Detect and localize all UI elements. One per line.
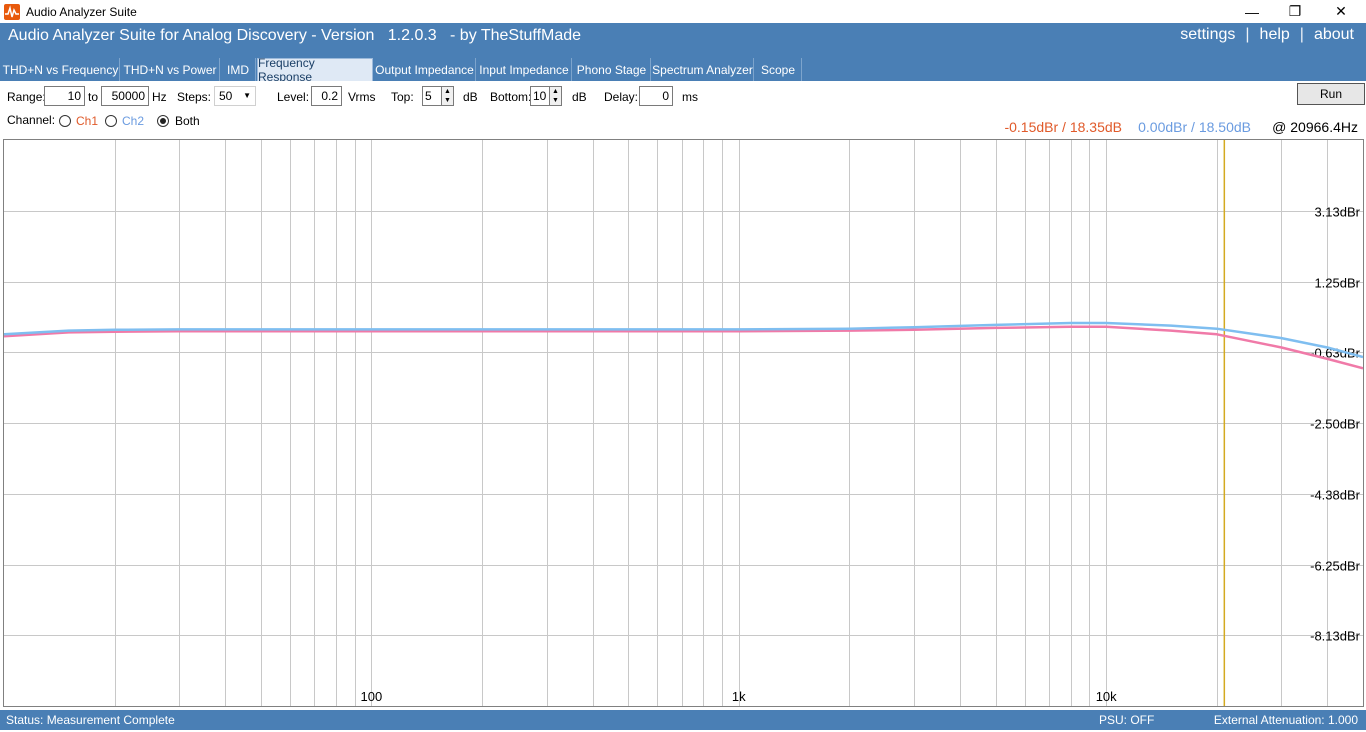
series-line-ch1 <box>3 325 1364 370</box>
steps-label: Steps: <box>177 90 212 104</box>
maximize-button[interactable]: ❐ <box>1272 0 1318 23</box>
range-from-input[interactable]: 10 <box>44 86 85 106</box>
close-button[interactable]: ✕ <box>1318 0 1364 23</box>
steps-value: 50 <box>219 89 233 103</box>
bottom-input[interactable]: 10 <box>530 86 550 106</box>
frequency-response-plot[interactable]: 3.13dBr 1.25dBr -0.63dBr -2.50dBr -4.38dBr -6… <box>3 139 1364 707</box>
y-tick-label: -0.63dBr <box>1310 346 1361 361</box>
app-header: Audio Analyzer Suite for Analog Discover… <box>0 23 1366 57</box>
level-label: Level: <box>277 90 310 104</box>
tab-output-impedance[interactable]: Output Impedance <box>374 58 476 81</box>
hz-label: Hz <box>152 90 167 104</box>
bottom-stepper[interactable]: ▲ ▼ <box>550 86 562 106</box>
about-link[interactable]: about <box>1314 26 1354 44</box>
controls-panel: Range: 10 to 50000 Hz Steps: 50 ▼ Level:… <box>0 81 1366 139</box>
minimize-button[interactable]: — <box>1229 0 1275 23</box>
spin-down-icon[interactable]: ▼ <box>552 97 559 104</box>
vrms-label: Vrms <box>348 90 376 104</box>
title-bar: Audio Analyzer Suite — ❐ ✕ <box>0 0 1366 23</box>
to-label: to <box>88 90 99 104</box>
both-label[interactable]: Both <box>175 114 200 128</box>
spin-up-icon[interactable]: ▲ <box>552 88 559 95</box>
window-title: Audio Analyzer Suite <box>26 4 137 19</box>
settings-link[interactable]: settings <box>1180 26 1235 44</box>
steps-select[interactable]: 50 ▼ <box>214 86 256 106</box>
both-radio[interactable] <box>157 115 169 127</box>
spin-down-icon[interactable]: ▼ <box>444 97 451 104</box>
bottom-label: Bottom: <box>490 90 532 104</box>
range-label: Range: <box>7 90 46 104</box>
help-link[interactable]: help <box>1260 26 1290 44</box>
top-label: Top: <box>391 90 414 104</box>
tab-strip: THD+N vs Frequency THD+N vs Power IMD Fr… <box>0 56 1366 84</box>
tab-spectrum-analyzer[interactable]: Spectrum Analyzer <box>652 58 754 81</box>
run-button[interactable]: Run <box>1297 83 1365 105</box>
top-stepper[interactable]: ▲ ▼ <box>442 86 454 106</box>
series-line-ch2 <box>3 321 1364 359</box>
link-separator: | <box>1299 26 1304 43</box>
app-title: Audio Analyzer Suite for Analog Discover… <box>8 27 582 44</box>
ch1-radio[interactable] <box>59 115 71 127</box>
top-input[interactable]: 5 <box>422 86 442 106</box>
header-links: settings | help | about <box>1180 26 1354 44</box>
x-tick-label: 100 <box>361 689 383 704</box>
ch1-readout: -0.15dBr / 18.35dB <box>1004 119 1122 135</box>
cursor-frequency-readout: @ 20966.4Hz <box>1272 119 1358 135</box>
tab-phono-stage[interactable]: Phono Stage <box>573 58 651 81</box>
tab-scope[interactable]: Scope <box>755 58 802 81</box>
tab-thdn-vs-frequency[interactable]: THD+N vs Frequency <box>2 58 120 81</box>
status-message: Status: Measurement Complete <box>6 713 175 727</box>
ch2-readout: 0.00dBr / 18.50dB <box>1138 119 1251 135</box>
link-separator: | <box>1245 26 1250 43</box>
y-tick-label: 3.13dBr <box>1314 205 1360 220</box>
y-tick-label: 1.25dBr <box>1314 276 1360 291</box>
ch2-radio[interactable] <box>105 115 117 127</box>
psu-status: PSU: OFF <box>1099 713 1155 727</box>
tab-thdn-vs-power[interactable]: THD+N vs Power <box>121 58 220 81</box>
range-to-input[interactable]: 50000 <box>101 86 149 106</box>
ch2-label[interactable]: Ch2 <box>122 114 144 128</box>
channel-label: Channel: <box>7 113 56 127</box>
chart-svg: 3.13dBr 1.25dBr -0.63dBr -2.50dBr -4.38dBr -6… <box>3 140 1364 706</box>
chevron-down-icon: ▼ <box>243 91 251 100</box>
external-attenuation: External Attenuation: 1.000 <box>1213 713 1358 727</box>
level-input[interactable]: 0.2 <box>311 86 342 106</box>
bottom-db-label: dB <box>572 90 587 104</box>
ch1-label[interactable]: Ch1 <box>76 114 98 128</box>
y-tick-label: -8.13dBr <box>1310 629 1361 644</box>
y-tick-label: -2.50dBr <box>1310 417 1361 432</box>
tab-imd[interactable]: IMD <box>221 58 256 81</box>
y-tick-label: -6.25dBr <box>1310 559 1361 574</box>
delay-input[interactable]: 0 <box>639 86 673 106</box>
app-icon <box>4 3 20 20</box>
y-tick-label: -4.38dBr <box>1310 488 1361 503</box>
tab-input-impedance[interactable]: Input Impedance <box>477 58 572 81</box>
top-db-label: dB <box>463 90 478 104</box>
spin-up-icon[interactable]: ▲ <box>444 88 451 95</box>
status-bar: Status: Measurement Complete PSU: OFF Ex… <box>0 710 1366 730</box>
x-tick-label: 1k <box>732 689 746 704</box>
tab-frequency-response[interactable]: Frequency Response <box>257 56 373 84</box>
x-tick-label: 10k <box>1096 689 1117 704</box>
delay-label: Delay: <box>604 90 639 104</box>
ms-label: ms <box>682 90 698 104</box>
